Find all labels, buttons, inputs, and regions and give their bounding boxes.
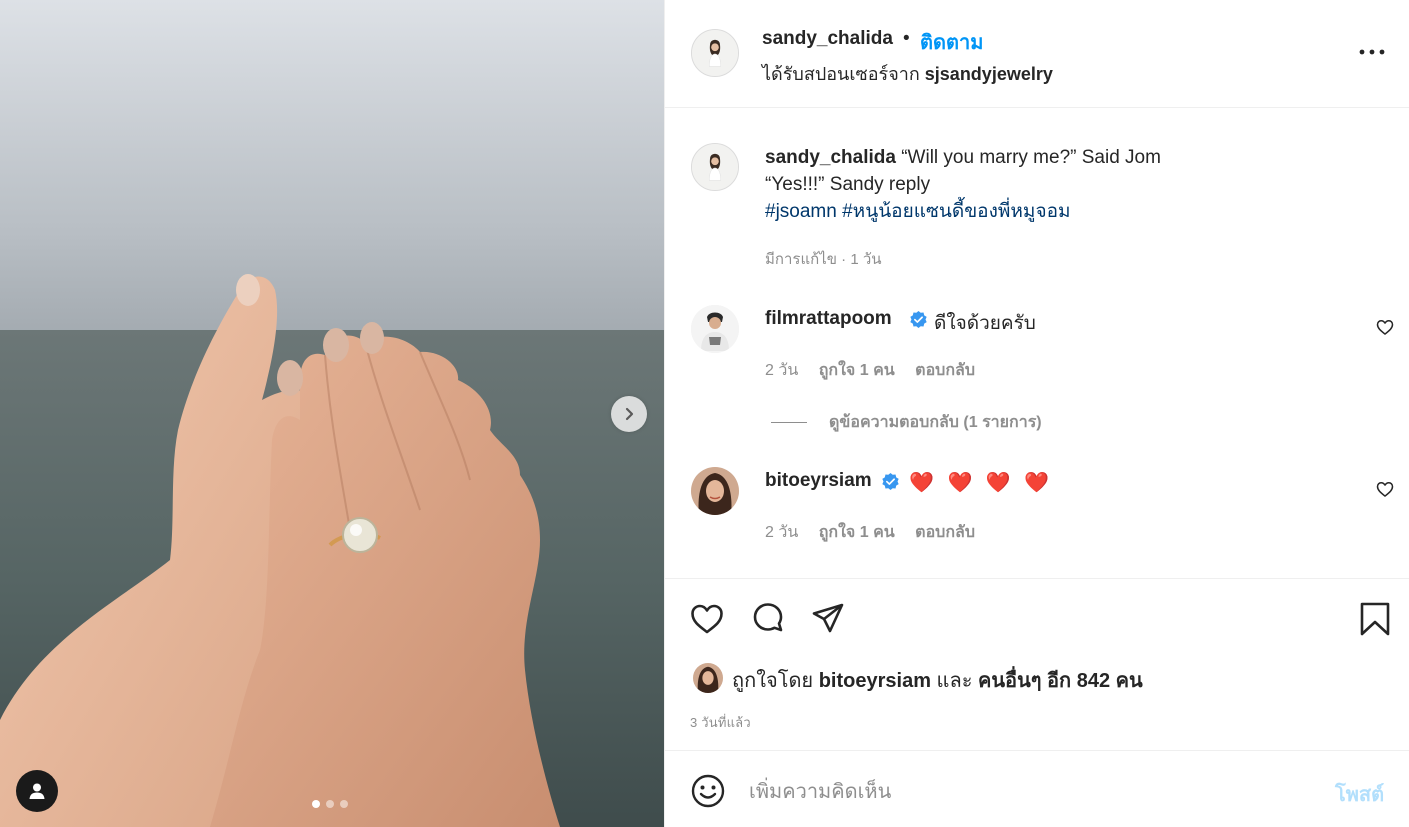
caption-hashtags: #jsoamn #หนูน้อยแซนดี้ของพี่หมูจอม <box>765 198 1365 225</box>
comment-avatar[interactable] <box>691 305 739 353</box>
caption-username[interactable]: sandy_chalida <box>765 147 896 168</box>
verified-badge-icon <box>910 310 927 329</box>
comment-username[interactable]: filmrattapoom <box>765 308 892 330</box>
emoji-icon[interactable] <box>690 773 726 809</box>
comment-username[interactable]: bitoeyrsiam <box>765 470 872 492</box>
replies-divider-line <box>771 422 807 424</box>
comment-icon[interactable] <box>750 601 786 637</box>
photo-scene <box>0 0 664 827</box>
post-header: sandy_chalida • ติดตาม ได้รับสปอนเซอร์จา… <box>665 0 1409 108</box>
caption-line-2: “Yes!!!” Sandy reply <box>765 174 931 195</box>
caption-line-1: “Will you marry me?” Said Jom <box>901 147 1161 168</box>
likes-and: และ <box>936 670 973 692</box>
comment-input[interactable] <box>749 776 1309 808</box>
separator-dot: • <box>903 28 910 49</box>
comment-like-heart-icon[interactable] <box>1375 317 1395 337</box>
comment-likes-count[interactable]: ถูกใจ 1 คน <box>819 362 895 379</box>
hashtag-link[interactable]: #หนูน้อยแซนดี้ของพี่หมูจอม <box>842 201 1070 222</box>
post-details-panel: sandy_chalida • ติดตาม ได้รับสปอนเซอร์จา… <box>664 0 1409 827</box>
reply-button[interactable]: ตอบกลับ <box>915 362 975 379</box>
comment-meta: 2 วัน ถูกใจ 1 คน ตอบกลับ <box>765 358 975 383</box>
add-comment-bar: โพสต์ <box>665 752 1409 827</box>
heart-icon[interactable] <box>689 601 725 637</box>
comment-likes-count[interactable]: ถูกใจ 1 คน <box>819 524 895 541</box>
likes-prefix: ถูกใจโดย <box>732 670 814 692</box>
comment-text: ดีใจด้วยครับ <box>934 313 1036 334</box>
likes-summary: ถูกใจโดย bitoeyrsiam และ คนอื่นๆ อีก 842… <box>732 664 1143 696</box>
next-photo-button[interactable] <box>611 396 647 432</box>
sponsor-line: ได้รับสปอนเซอร์จาก sjsandyjewelry <box>762 59 1053 88</box>
caption-meta: มีการแก้ไข · 1 วัน <box>765 251 882 268</box>
bookmark-icon[interactable] <box>1357 601 1393 637</box>
liker-username[interactable]: bitoeyrsiam <box>819 670 931 692</box>
chevron-right-icon <box>625 407 634 421</box>
post-photo[interactable] <box>0 0 664 827</box>
likes-others-link[interactable]: คนอื่นๆ อีก 842 คน <box>978 670 1143 692</box>
comment-like-heart-icon[interactable] <box>1375 479 1395 499</box>
paper-plane-icon[interactable] <box>810 601 846 637</box>
carousel-dot-active <box>312 800 320 808</box>
more-options-button[interactable] <box>1358 40 1386 64</box>
user-tag-icon <box>29 783 45 799</box>
post-time[interactable]: 3 วันที่แล้ว <box>690 712 751 733</box>
caption-author-avatar[interactable] <box>691 143 739 191</box>
more-horizontal-icon <box>1359 49 1385 55</box>
sponsor-prefix: ได้รับสปอนเซอร์จาก <box>762 64 920 84</box>
author-username[interactable]: sandy_chalida <box>762 28 893 50</box>
sponsor-link[interactable]: sjsandyjewelry <box>925 64 1053 84</box>
comment-meta: 2 วัน ถูกใจ 1 คน ตอบกลับ <box>765 520 975 545</box>
liker-avatar[interactable] <box>693 663 723 693</box>
hashtag-link[interactable]: #jsoamn <box>765 201 837 222</box>
comment-text: ❤️ ❤️ ❤️ ❤️ <box>909 472 1054 494</box>
post-dialog: sandy_chalida • ติดตาม ได้รับสปอนเซอร์จา… <box>0 0 1409 827</box>
comment-age: 2 วัน <box>765 362 799 379</box>
post-actions: ถูกใจโดย bitoeyrsiam และ คนอื่นๆ อีก 842… <box>665 578 1409 751</box>
comment-age: 2 วัน <box>765 524 799 541</box>
follow-button[interactable]: ติดตาม <box>920 26 983 58</box>
author-avatar[interactable] <box>691 29 739 77</box>
comment-avatar[interactable] <box>691 467 739 515</box>
view-replies-label: ดูข้อความตอบกลับ (1 รายการ) <box>829 414 1042 431</box>
post-caption: sandy_chalida “Will you marry me?” Said … <box>765 144 1365 225</box>
view-replies-button[interactable]: ดูข้อความตอบกลับ (1 รายการ) <box>771 410 1042 435</box>
post-comment-button[interactable]: โพสต์ <box>1335 778 1384 810</box>
carousel-dot <box>340 800 348 808</box>
reply-button[interactable]: ตอบกลับ <box>915 524 975 541</box>
tagged-users-button[interactable] <box>16 770 58 812</box>
carousel-indicator <box>312 800 348 808</box>
carousel-dot <box>326 800 334 808</box>
verified-badge-icon <box>882 472 899 491</box>
